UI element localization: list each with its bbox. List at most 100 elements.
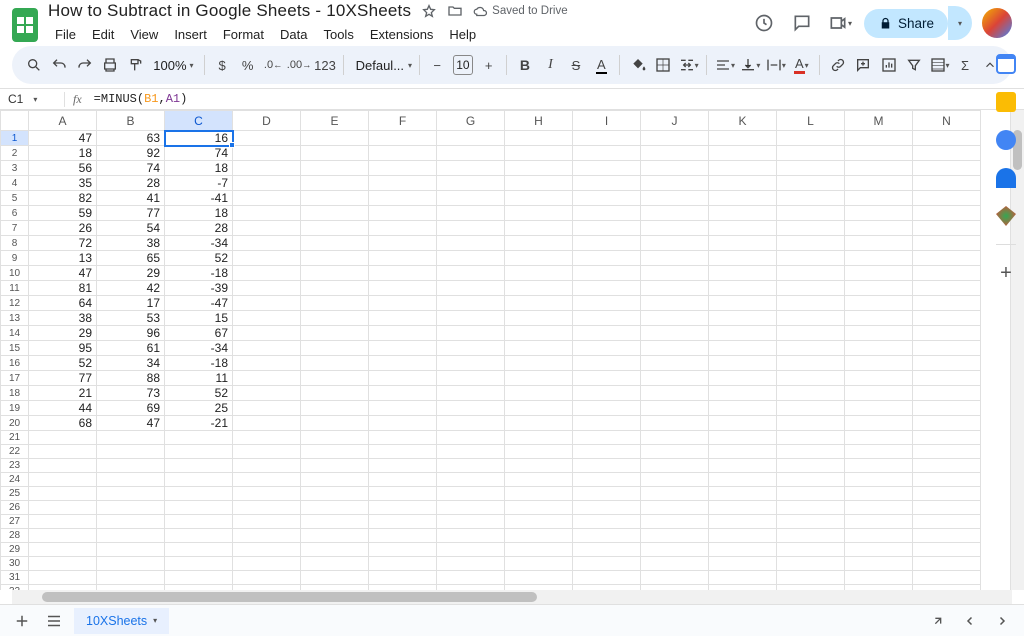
cell[interactable] — [505, 515, 573, 529]
cell[interactable] — [913, 296, 981, 311]
cell[interactable] — [777, 266, 845, 281]
cell[interactable] — [505, 311, 573, 326]
print-button[interactable] — [98, 52, 121, 78]
row-header[interactable]: 6 — [1, 206, 29, 221]
cell[interactable] — [505, 131, 573, 146]
cell[interactable] — [641, 176, 709, 191]
cell[interactable]: 77 — [29, 371, 97, 386]
cell[interactable] — [709, 515, 777, 529]
cell[interactable] — [777, 326, 845, 341]
row-header[interactable]: 25 — [1, 487, 29, 501]
cell[interactable] — [845, 459, 913, 473]
cell[interactable] — [709, 501, 777, 515]
cell[interactable] — [641, 191, 709, 206]
cell[interactable] — [233, 266, 301, 281]
bold-button[interactable]: B — [513, 52, 536, 78]
cell[interactable] — [709, 191, 777, 206]
cell[interactable] — [505, 266, 573, 281]
row-header[interactable]: 22 — [1, 445, 29, 459]
cell[interactable]: 61 — [97, 341, 165, 356]
cell[interactable] — [437, 161, 505, 176]
share-button[interactable]: Share — [864, 9, 948, 38]
cell[interactable] — [845, 529, 913, 543]
cell[interactable]: 52 — [29, 356, 97, 371]
col-header-C[interactable]: C — [165, 111, 233, 131]
cell[interactable] — [301, 266, 369, 281]
cell[interactable] — [641, 236, 709, 251]
font-size-decrease[interactable]: − — [425, 52, 448, 78]
sheets-logo[interactable] — [12, 8, 38, 42]
cell[interactable] — [845, 281, 913, 296]
cell[interactable] — [301, 557, 369, 571]
cell[interactable] — [437, 356, 505, 371]
explore-button[interactable] — [926, 609, 950, 633]
name-box[interactable]: C1▾ — [0, 92, 64, 106]
keep-icon[interactable] — [996, 92, 1016, 112]
col-header-K[interactable]: K — [709, 111, 777, 131]
cell[interactable] — [777, 571, 845, 585]
row-header[interactable]: 9 — [1, 251, 29, 266]
cell[interactable] — [709, 251, 777, 266]
cell[interactable] — [709, 326, 777, 341]
cell[interactable] — [505, 161, 573, 176]
cell[interactable] — [233, 543, 301, 557]
cell[interactable]: 74 — [165, 146, 233, 161]
row-header[interactable]: 4 — [1, 176, 29, 191]
menu-help[interactable]: Help — [442, 23, 483, 46]
cell[interactable] — [845, 445, 913, 459]
paint-format-button[interactable] — [124, 52, 147, 78]
cell[interactable] — [641, 401, 709, 416]
cell[interactable] — [233, 131, 301, 146]
cell[interactable] — [641, 371, 709, 386]
cell[interactable] — [573, 557, 641, 571]
cell[interactable] — [301, 236, 369, 251]
cell[interactable] — [845, 236, 913, 251]
cell[interactable] — [233, 445, 301, 459]
row-header[interactable]: 19 — [1, 401, 29, 416]
cell[interactable] — [573, 371, 641, 386]
cell[interactable] — [437, 206, 505, 221]
col-header-A[interactable]: A — [29, 111, 97, 131]
col-header-I[interactable]: I — [573, 111, 641, 131]
cell[interactable]: 17 — [97, 296, 165, 311]
cell[interactable] — [437, 326, 505, 341]
cell[interactable] — [437, 416, 505, 431]
cell[interactable] — [845, 191, 913, 206]
cell[interactable]: 77 — [97, 206, 165, 221]
cell[interactable] — [233, 161, 301, 176]
cell[interactable] — [437, 571, 505, 585]
row-header[interactable]: 31 — [1, 571, 29, 585]
cell[interactable] — [709, 266, 777, 281]
cell[interactable] — [845, 501, 913, 515]
cell[interactable] — [573, 161, 641, 176]
row-header[interactable]: 3 — [1, 161, 29, 176]
cell[interactable] — [913, 131, 981, 146]
col-header-H[interactable]: H — [505, 111, 573, 131]
cell[interactable] — [369, 371, 437, 386]
cell[interactable] — [369, 311, 437, 326]
cell[interactable] — [165, 501, 233, 515]
cell[interactable] — [301, 191, 369, 206]
row-header[interactable]: 7 — [1, 221, 29, 236]
cell[interactable]: 26 — [29, 221, 97, 236]
menu-file[interactable]: File — [48, 23, 83, 46]
cell[interactable] — [913, 431, 981, 445]
cell[interactable] — [233, 356, 301, 371]
cell[interactable] — [437, 501, 505, 515]
cell[interactable] — [165, 487, 233, 501]
cell[interactable] — [641, 146, 709, 161]
cell[interactable] — [505, 571, 573, 585]
increase-decimal-button[interactable]: .00→ — [287, 52, 311, 78]
cell[interactable]: 29 — [29, 326, 97, 341]
cell[interactable]: 54 — [97, 221, 165, 236]
cell[interactable] — [641, 281, 709, 296]
move-to-folder-icon[interactable] — [447, 3, 463, 19]
cell[interactable] — [845, 326, 913, 341]
cell[interactable] — [641, 529, 709, 543]
text-color-button[interactable]: A — [590, 52, 613, 78]
cell[interactable] — [505, 487, 573, 501]
cell[interactable] — [437, 251, 505, 266]
menu-insert[interactable]: Insert — [167, 23, 214, 46]
cell[interactable] — [573, 431, 641, 445]
comment-icon[interactable] — [788, 9, 816, 37]
